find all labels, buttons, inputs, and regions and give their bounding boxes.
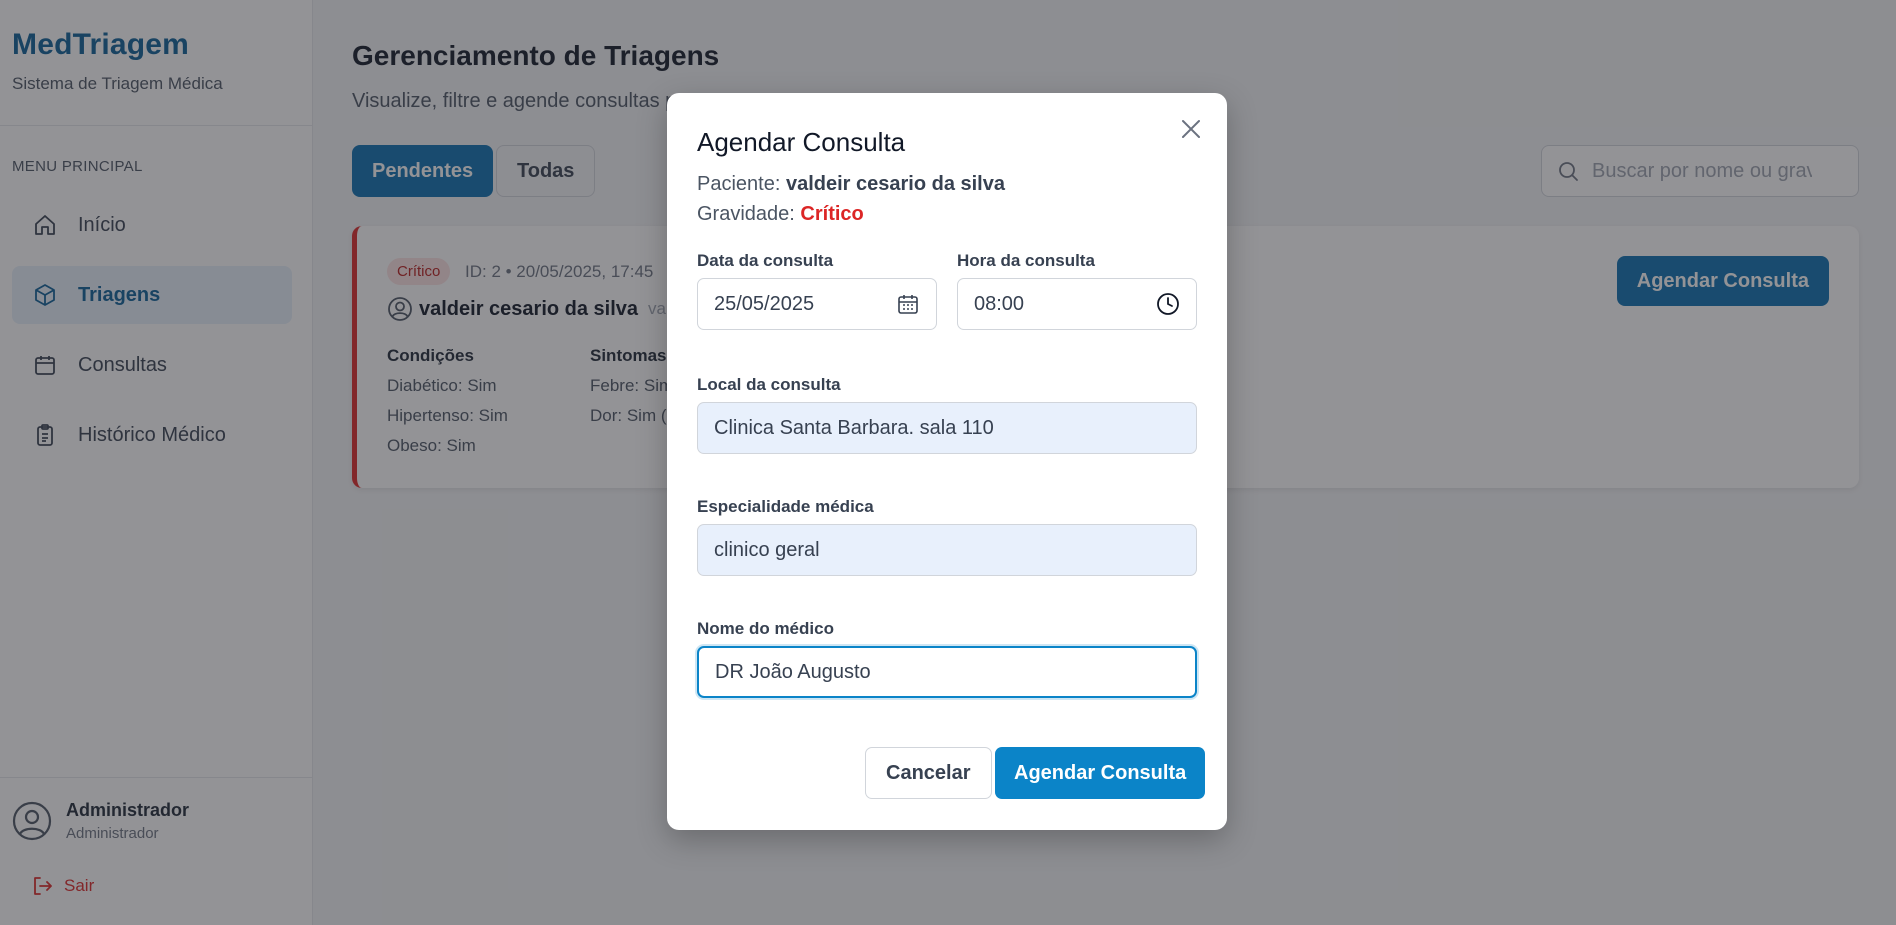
time-value: 08:00 xyxy=(974,292,1025,315)
specialty-label: Especialidade médica xyxy=(697,497,874,516)
location-label: Local da consulta xyxy=(697,375,841,394)
clock-icon[interactable] xyxy=(1156,292,1180,316)
time-input[interactable]: 08:00 xyxy=(957,278,1197,330)
close-icon[interactable] xyxy=(1177,115,1205,143)
date-label: Data da consulta xyxy=(697,251,834,270)
modal-title: Agendar Consulta xyxy=(697,127,906,157)
date-value: 25/05/2025 xyxy=(714,292,815,315)
doctor-input[interactable]: DR João Augusto xyxy=(697,646,1197,698)
patient-value: valdeir cesario da silva xyxy=(785,173,1005,195)
cancel-button[interactable]: Cancelar xyxy=(865,747,992,799)
location-value: Clinica Santa Barbara. sala 110 xyxy=(714,416,994,439)
submit-schedule-button[interactable]: Agendar Consulta xyxy=(995,747,1206,799)
patient-label: Paciente: xyxy=(697,173,781,195)
time-label: Hora da consulta xyxy=(957,251,1095,270)
doctor-value: DR João Augusto xyxy=(715,660,871,683)
severity-value: Crítico xyxy=(800,203,864,225)
patient-info: Paciente: valdeir cesario da silva xyxy=(697,173,1005,196)
location-input[interactable]: Clinica Santa Barbara. sala 110 xyxy=(697,402,1197,454)
doctor-label: Nome do médico xyxy=(697,619,834,638)
calendar-icon[interactable] xyxy=(896,292,920,316)
schedule-modal: Agendar Consulta Paciente: valdeir cesar… xyxy=(667,93,1227,830)
date-input[interactable]: 25/05/2025 xyxy=(697,278,937,330)
severity-label: Gravidade: xyxy=(697,203,795,225)
specialty-input[interactable]: clinico geral xyxy=(697,524,1197,576)
specialty-value: clinico geral xyxy=(714,538,820,561)
severity-info: Gravidade: Crítico xyxy=(697,203,864,226)
